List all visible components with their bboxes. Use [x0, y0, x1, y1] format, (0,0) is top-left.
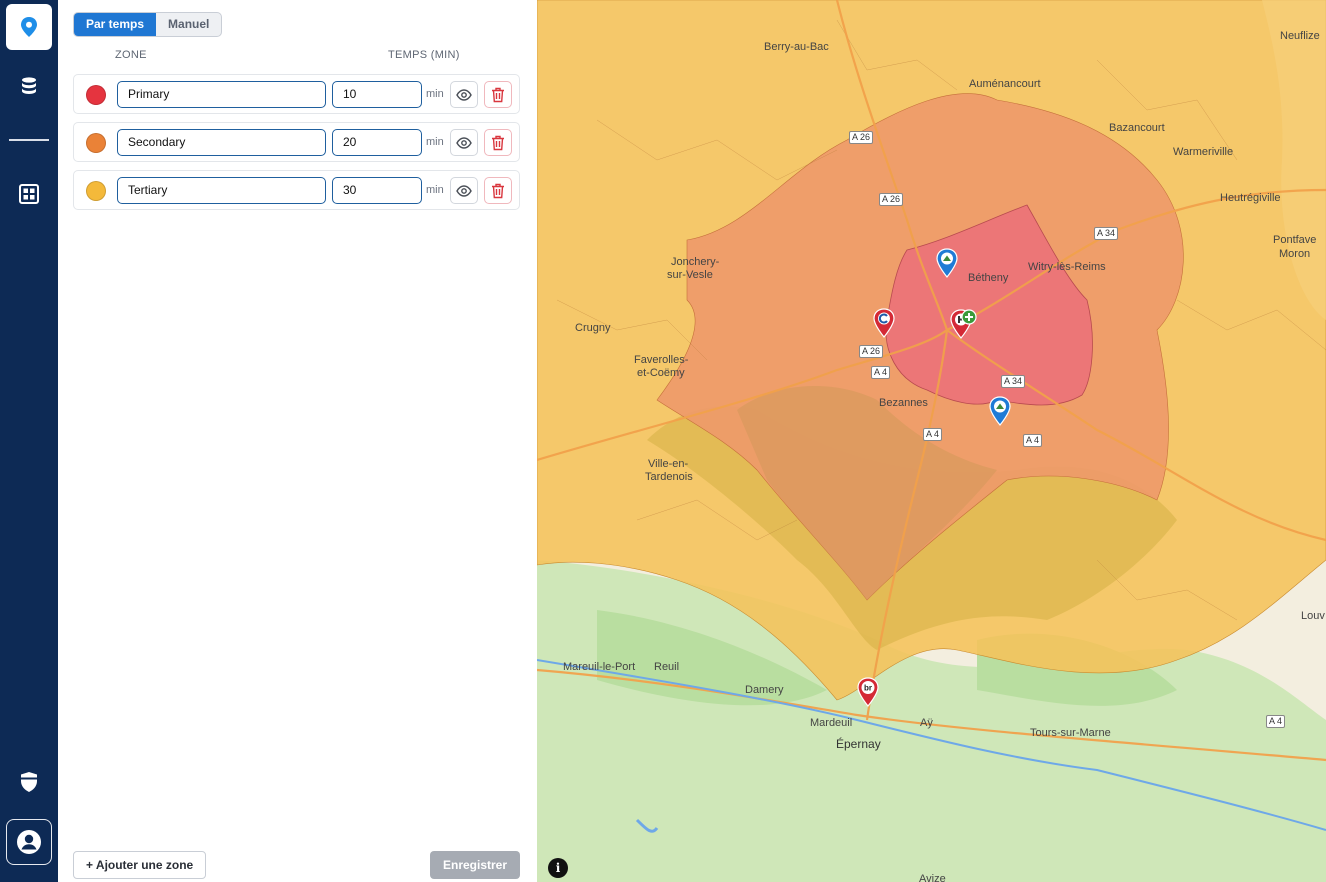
- map-label: Aÿ: [920, 717, 933, 729]
- road-shield: A 4: [1023, 434, 1043, 447]
- map-label: et-Coëmy: [637, 367, 685, 379]
- road-shield: A 4: [1266, 715, 1286, 728]
- map-label: Jonchery-: [671, 256, 720, 268]
- road-shield: A 4: [871, 366, 891, 379]
- map-label: Épernay: [836, 737, 881, 751]
- map-label: Bezannes: [879, 397, 928, 409]
- road-shield: A 26: [879, 193, 904, 206]
- road-shield: A 26: [849, 131, 874, 144]
- map-label: Warmeriville: [1173, 146, 1234, 158]
- map-view[interactable]: Berry-au-Bac Auménancourt Bazancourt War…: [537, 0, 1326, 882]
- pharmacy-cross-icon[interactable]: [961, 309, 977, 325]
- toggle-visibility-button[interactable]: [450, 129, 478, 156]
- zone-time-unit: min: [426, 184, 444, 196]
- zone-column-header: ZONE: [115, 49, 147, 61]
- trash-icon: [492, 87, 504, 102]
- eye-icon: [456, 184, 472, 197]
- map-label: Ville-en-: [648, 458, 689, 470]
- mode-tab-manual[interactable]: Manuel: [156, 13, 221, 36]
- map-label: Berry-au-Bac: [764, 41, 829, 53]
- database-icon: [22, 77, 36, 94]
- zone-time-input[interactable]: 10: [332, 81, 422, 108]
- nav-rail: [0, 0, 58, 882]
- map-label: sur-Vesle: [667, 269, 713, 281]
- delete-zone-button[interactable]: [484, 81, 512, 108]
- zone-color-swatch[interactable]: [86, 181, 106, 201]
- mode-tab-time[interactable]: Par temps: [74, 13, 157, 36]
- map-label: Crugny: [575, 322, 611, 334]
- map-label: Pontfave: [1273, 234, 1317, 246]
- zone-time-input[interactable]: 20: [332, 129, 422, 156]
- map-label: Faverolles-: [634, 354, 689, 366]
- road-shield: A 34: [1094, 227, 1119, 240]
- map-info-button[interactable]: i: [548, 858, 568, 878]
- toggle-visibility-button[interactable]: [450, 81, 478, 108]
- zone-time-unit: min: [426, 88, 444, 100]
- save-button[interactable]: Enregistrer: [430, 851, 520, 879]
- map-label: Mardeuil: [810, 717, 853, 729]
- zone-name-input[interactable]: Primary: [117, 81, 326, 108]
- delete-zone-button[interactable]: [484, 129, 512, 156]
- map-label: Auménancourt: [969, 78, 1041, 90]
- road-shield: A 26: [859, 345, 884, 358]
- map-label: Damery: [745, 684, 784, 696]
- app: Par temps Manuel ZONE TEMPS (MIN) Primar…: [0, 0, 1326, 882]
- zone-time-unit: min: [426, 136, 444, 148]
- zone-name-input[interactable]: Secondary: [117, 129, 326, 156]
- zone-row-secondary: Secondary 20 min: [73, 122, 520, 162]
- shield-icon: [21, 772, 37, 792]
- map-label: Bétheny: [968, 272, 1009, 284]
- map-label: Avize: [919, 873, 946, 882]
- toggle-visibility-button[interactable]: [450, 177, 478, 204]
- zone-panel: Par temps Manuel ZONE TEMPS (MIN) Primar…: [58, 0, 537, 882]
- zone-row-primary: Primary 10 min: [73, 74, 520, 114]
- map-label: Moron: [1279, 248, 1311, 260]
- zone-color-swatch[interactable]: [86, 133, 106, 153]
- eye-icon: [456, 136, 472, 149]
- nav-divider: [9, 139, 49, 141]
- trash-icon: [492, 183, 504, 198]
- svg-text:br: br: [864, 684, 872, 693]
- map-label: Reuil: [654, 661, 680, 673]
- map-pin-icon: [21, 17, 37, 37]
- competitor-pin-br[interactable]: br: [856, 677, 880, 707]
- zone-row-tertiary: Tertiary 30 min: [73, 170, 520, 210]
- zone-name-input[interactable]: Tertiary: [117, 177, 326, 204]
- map-label: Tours-sur-Marne: [1030, 727, 1111, 739]
- eye-icon: [456, 88, 472, 101]
- map-label: Witry-lès-Reims: [1028, 261, 1106, 273]
- nav-map-button[interactable]: [6, 4, 52, 50]
- nav-profile-button[interactable]: [6, 819, 52, 865]
- add-zone-button[interactable]: + Ajouter une zone: [73, 851, 207, 879]
- road-shield: A 34: [1001, 375, 1026, 388]
- nav-data-button[interactable]: [6, 63, 52, 109]
- time-column-header: TEMPS (MIN): [388, 49, 460, 61]
- user-profile-icon: [17, 830, 41, 854]
- delete-zone-button[interactable]: [484, 177, 512, 204]
- store-pin-blue[interactable]: [988, 396, 1012, 426]
- mode-toggle: Par temps Manuel: [73, 12, 223, 37]
- trash-icon: [492, 135, 504, 150]
- map-label: Heutrégiville: [1220, 192, 1281, 204]
- map-label: Mareuil-le-Port: [563, 661, 636, 673]
- zone-color-swatch[interactable]: [86, 85, 106, 105]
- map-label: Neuflize: [1280, 30, 1320, 42]
- dashboard-grid-icon: [19, 184, 39, 204]
- map-canvas[interactable]: [537, 0, 1326, 882]
- competitor-pin-red[interactable]: [872, 308, 896, 338]
- nav-shield-button[interactable]: [6, 759, 52, 805]
- map-label: Tardenois: [645, 471, 693, 483]
- road-shield: A 4: [923, 428, 943, 441]
- zone-time-input[interactable]: 30: [332, 177, 422, 204]
- store-pin-blue[interactable]: [935, 248, 959, 278]
- map-label: Bazancourt: [1109, 122, 1165, 134]
- nav-dashboard-button[interactable]: [6, 171, 52, 217]
- map-label: Louv: [1301, 610, 1325, 622]
